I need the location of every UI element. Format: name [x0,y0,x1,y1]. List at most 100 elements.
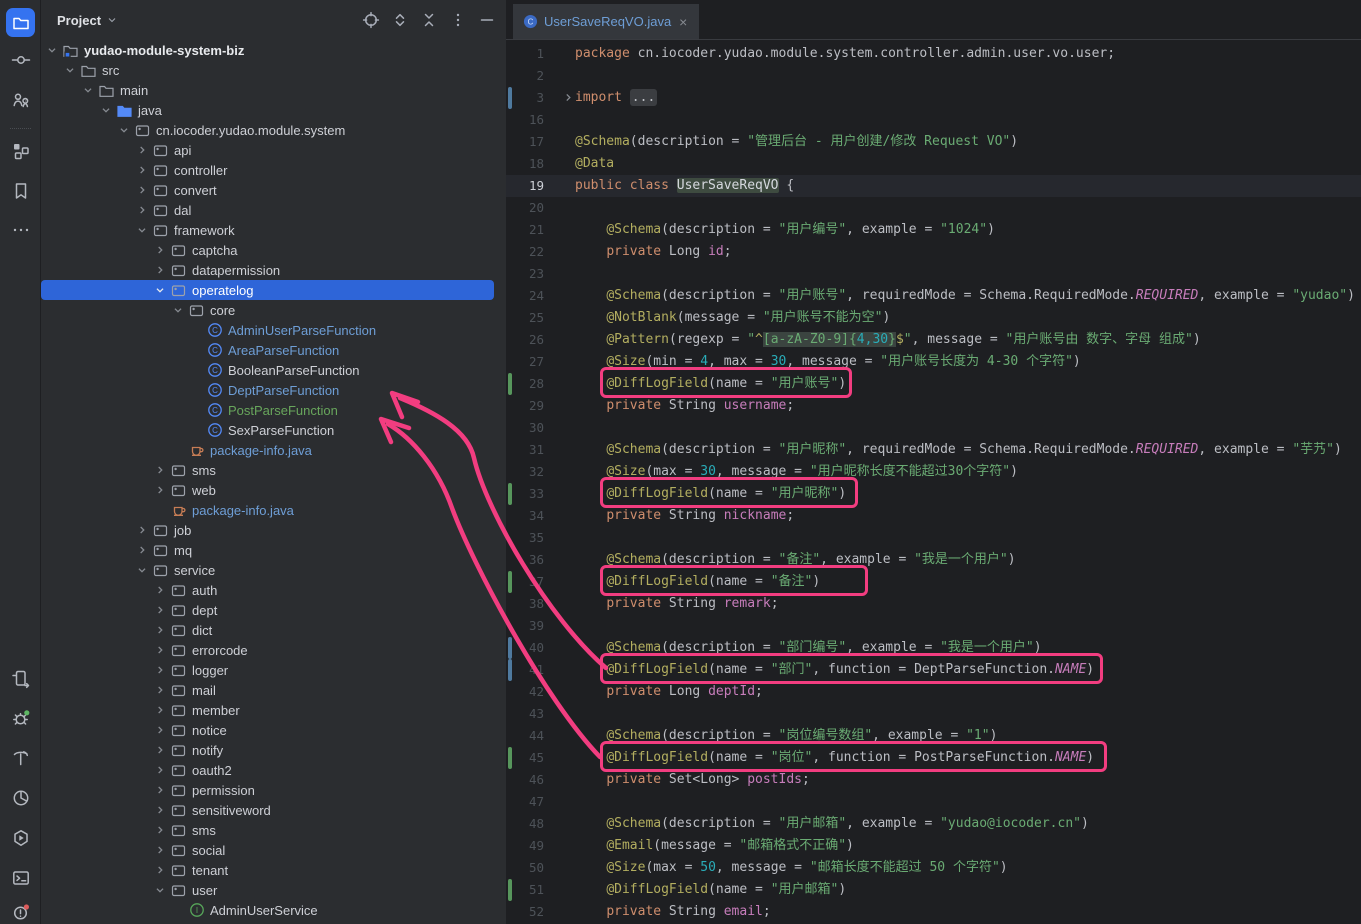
chevron-right-icon[interactable] [152,262,168,278]
chevron-right-icon[interactable] [152,742,168,758]
tree-item-permission[interactable]: permission [41,780,506,800]
chevron-right-icon[interactable] [152,582,168,598]
tree-item-postparsefunction[interactable]: CPostParseFunction [41,400,506,420]
code-area[interactable]: 1package cn.iocoder.yudao.module.system.… [506,40,1361,923]
code-line-48[interactable]: 48 @Schema(description = "用户邮箱", example… [506,813,1361,835]
code-line-43[interactable]: 43 [506,703,1361,725]
tree-item-convert[interactable]: convert [41,180,506,200]
fold-arrow-icon[interactable] [563,87,574,111]
tree-item-adminuserservice[interactable]: IAdminUserService [41,900,506,920]
tree-item-booleanparsefunction[interactable]: CBooleanParseFunction [41,360,506,380]
tree-item-job[interactable]: job [41,520,506,540]
debug-icon[interactable] [10,707,32,729]
tree-item-social[interactable]: social [41,840,506,860]
code-line-25[interactable]: 25 @NotBlank(message = "用户账号不能为空") [506,307,1361,329]
tree-item-framework[interactable]: framework [41,220,506,240]
tree-item-adminuserparsefunction[interactable]: CAdminUserParseFunction [41,320,506,340]
chevron-right-icon[interactable] [152,782,168,798]
chevron-right-icon[interactable] [152,862,168,878]
chevron-down-icon[interactable] [152,282,168,298]
tree-item-main[interactable]: main [41,80,506,100]
chevron-down-icon[interactable] [98,102,114,118]
chevron-right-icon[interactable] [152,802,168,818]
tree-item-web[interactable]: web [41,480,506,500]
chevron-right-icon[interactable] [134,182,150,198]
expand-all-icon[interactable] [391,11,409,29]
code-line-51[interactable]: 51 @DiffLogField(name = "用户邮箱") [506,879,1361,901]
tree-item-package-info-java[interactable]: package-info.java [41,500,506,520]
tree-item-java[interactable]: java [41,100,506,120]
tree-item-mail[interactable]: mail [41,680,506,700]
chevron-down-icon[interactable] [106,14,118,26]
chevron-down-icon[interactable] [134,222,150,238]
code-line-38[interactable]: 38 private String remark; [506,593,1361,615]
commit-icon[interactable] [10,49,32,71]
chevron-right-icon[interactable] [152,462,168,478]
chevron-down-icon[interactable] [62,62,78,78]
tree-item-dal[interactable]: dal [41,200,506,220]
chevron-right-icon[interactable] [134,542,150,558]
code-line-30[interactable]: 30 [506,417,1361,439]
code-line-26[interactable]: 26 @Pattern(regexp = "^[a-zA-Z0-9]{4,30}… [506,329,1361,351]
code-line-1[interactable]: 1package cn.iocoder.yudao.module.system.… [506,43,1361,65]
code-line-31[interactable]: 31 @Schema(description = "用户昵称", require… [506,439,1361,461]
tree-item-errorcode[interactable]: errorcode [41,640,506,660]
locate-icon[interactable] [362,11,380,29]
code-line-28[interactable]: 28 @DiffLogField(name = "用户账号") [506,373,1361,395]
chevron-right-icon[interactable] [152,702,168,718]
problems-icon[interactable] [10,901,32,923]
code-line-45[interactable]: 45 @DiffLogField(name = "岗位", function =… [506,747,1361,769]
chevron-right-icon[interactable] [134,522,150,538]
code-line-22[interactable]: 22 private Long id; [506,241,1361,263]
code-line-17[interactable]: 17@Schema(description = "管理后台 - 用户创建/修改 … [506,131,1361,153]
code-line-18[interactable]: 18@Data [506,153,1361,175]
tree-item-sexparsefunction[interactable]: CSexParseFunction [41,420,506,440]
tree-item-mq[interactable]: mq [41,540,506,560]
tree-item-sms[interactable]: sms [41,460,506,480]
code-line-49[interactable]: 49 @Email(message = "邮箱格式不正确") [506,835,1361,857]
structure-icon[interactable] [10,140,32,162]
code-line-20[interactable]: 20 [506,197,1361,219]
code-line-39[interactable]: 39 [506,615,1361,637]
profiler-icon[interactable] [10,787,32,809]
tree-item-notify[interactable]: notify [41,740,506,760]
tree-item-controller[interactable]: controller [41,160,506,180]
chevron-right-icon[interactable] [152,242,168,258]
terminal-icon[interactable] [10,867,32,889]
tree-item-member[interactable]: member [41,700,506,720]
chevron-down-icon[interactable] [152,882,168,898]
code-line-16[interactable]: 16 [506,109,1361,131]
chevron-right-icon[interactable] [152,762,168,778]
code-line-36[interactable]: 36 @Schema(description = "备注", example =… [506,549,1361,571]
code-line-47[interactable]: 47 [506,791,1361,813]
code-line-21[interactable]: 21 @Schema(description = "用户编号", example… [506,219,1361,241]
code-line-29[interactable]: 29 private String username; [506,395,1361,417]
project-panel-title[interactable]: Project [57,13,101,28]
code-line-52[interactable]: 52 private String email; [506,901,1361,923]
chevron-down-icon[interactable] [170,302,186,318]
tree-item-logger[interactable]: logger [41,660,506,680]
chevron-right-icon[interactable] [152,622,168,638]
options-icon[interactable] [449,11,467,29]
tree-item-sms[interactable]: sms [41,820,506,840]
chevron-right-icon[interactable] [152,482,168,498]
chevron-right-icon[interactable] [152,682,168,698]
collapse-all-icon[interactable] [420,11,438,29]
code-line-33[interactable]: 33 @DiffLogField(name = "用户昵称") [506,483,1361,505]
tree-item-api[interactable]: api [41,140,506,160]
code-line-40[interactable]: 40 @Schema(description = "部门编号", example… [506,637,1361,659]
tree-item-deptparsefunction[interactable]: CDeptParseFunction [41,380,506,400]
tree-item-service[interactable]: service [41,560,506,580]
chevron-down-icon[interactable] [80,82,96,98]
code-line-32[interactable]: 32 @Size(max = 30, message = "用户昵称长度不能超过… [506,461,1361,483]
tree-item-sensitiveword[interactable]: sensitiveword [41,800,506,820]
services-icon[interactable] [10,827,32,849]
project-icon[interactable] [6,8,35,37]
tree-item-tenant[interactable]: tenant [41,860,506,880]
code-line-19[interactable]: 19public class UserSaveReqVO { [506,175,1361,197]
tree-item-operatelog[interactable]: operatelog [41,280,494,300]
tree-item-dict[interactable]: dict [41,620,506,640]
chevron-right-icon[interactable] [152,822,168,838]
code-line-23[interactable]: 23 [506,263,1361,285]
code-line-41[interactable]: 41 @DiffLogField(name = "部门", function =… [506,659,1361,681]
